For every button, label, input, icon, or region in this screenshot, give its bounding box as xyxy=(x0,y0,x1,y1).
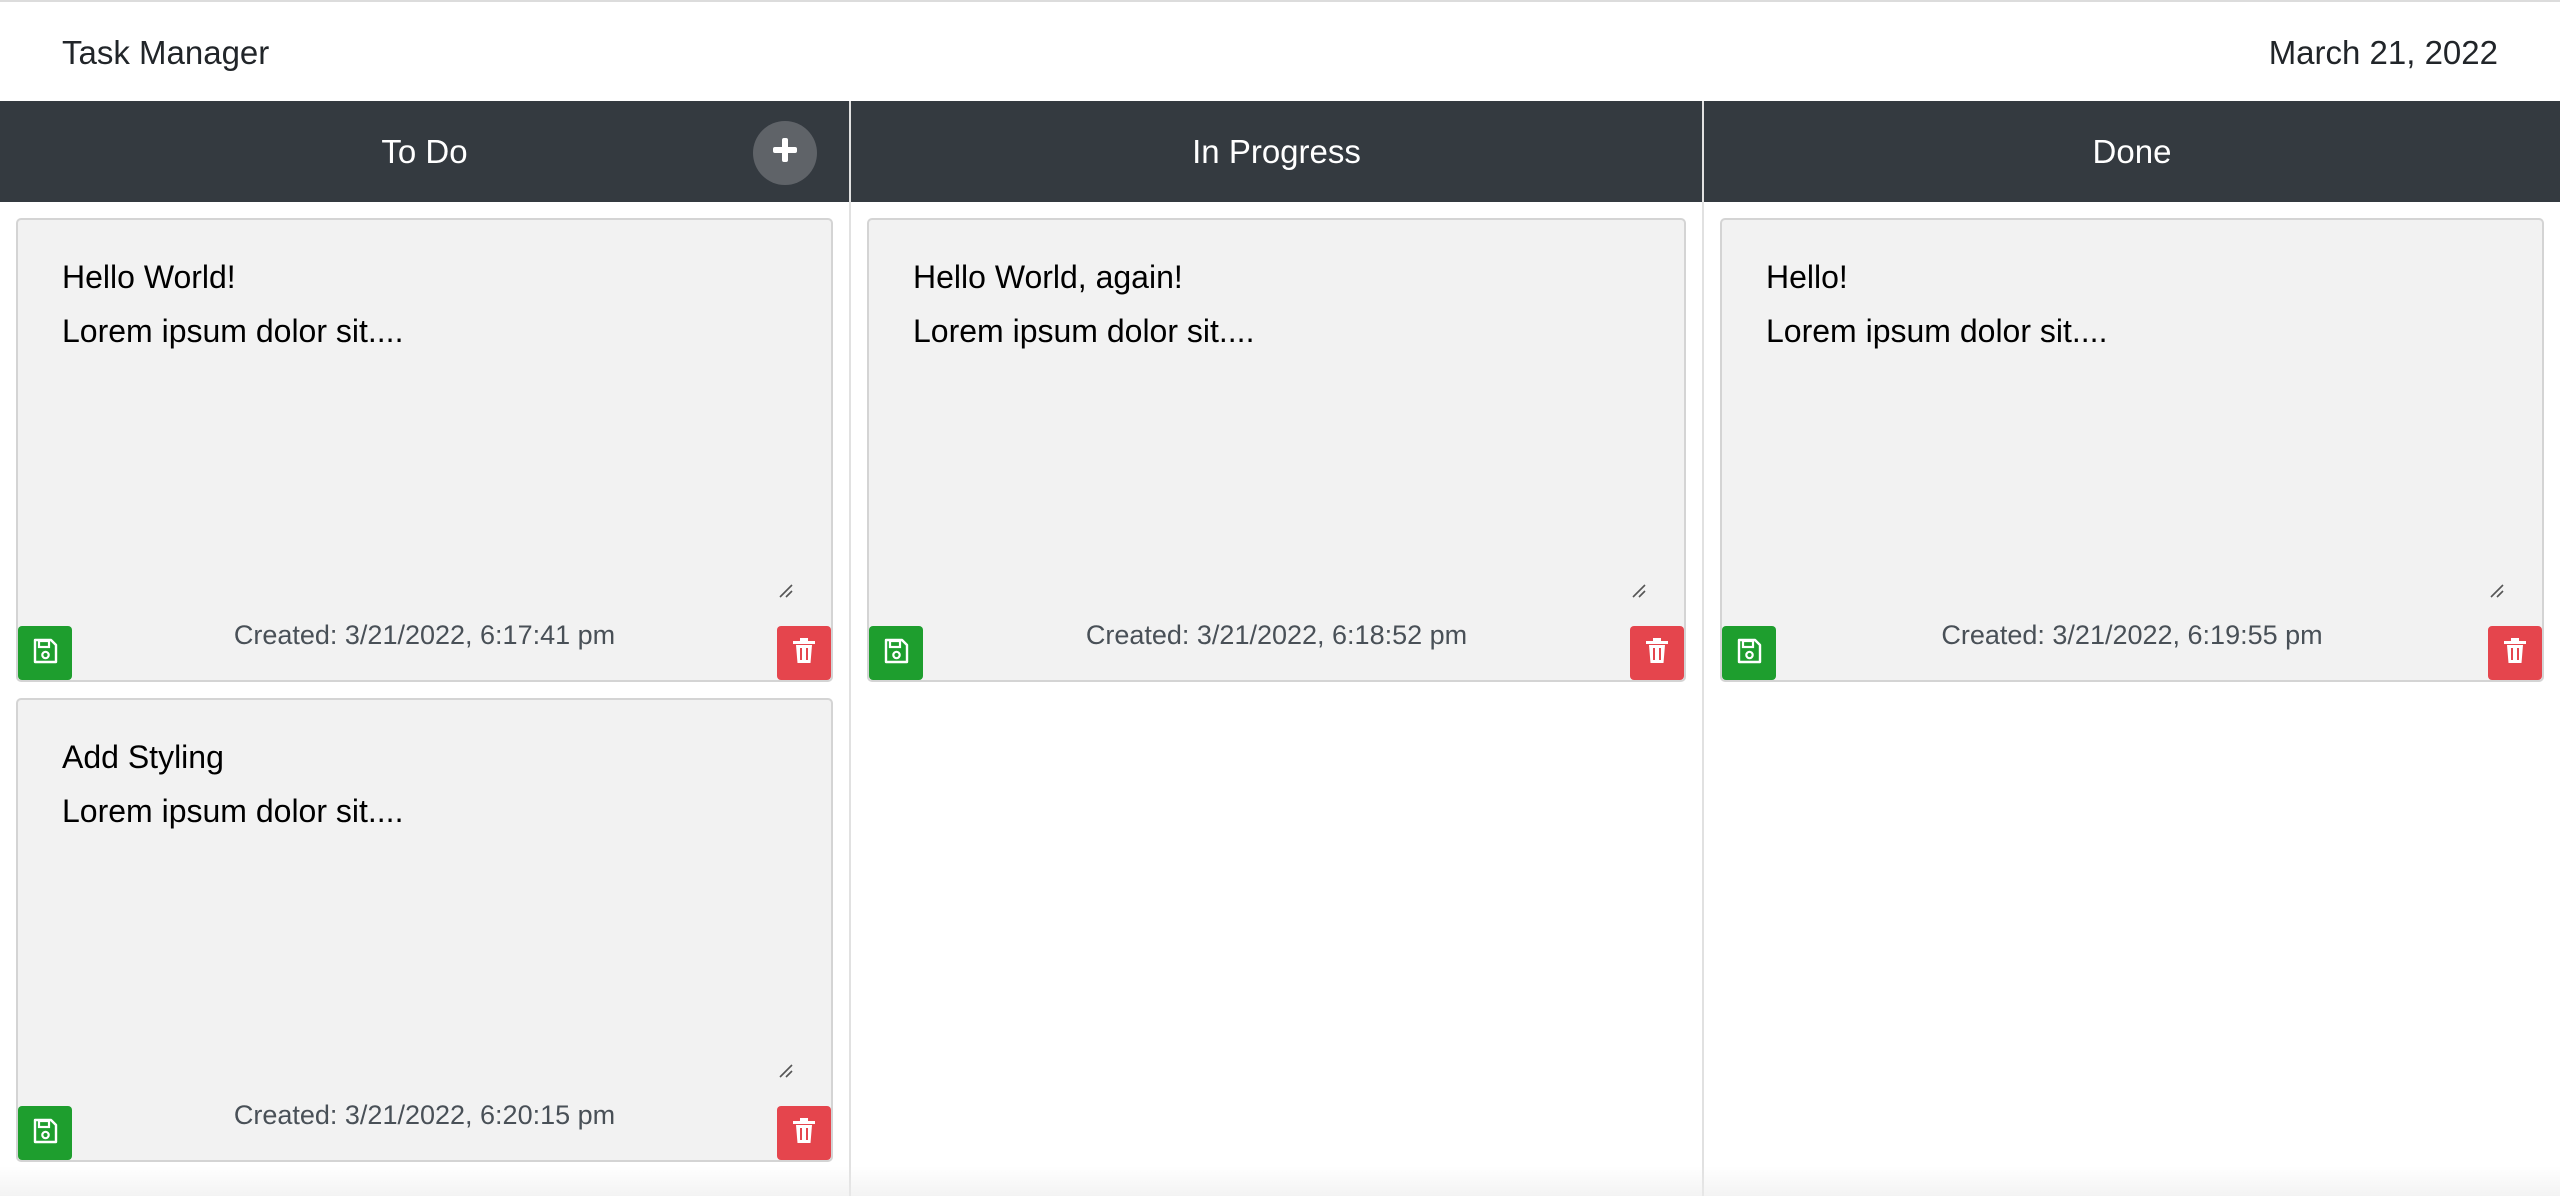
column-done: Done Hello! Lorem ipsum dolor sit.... Cr… xyxy=(1704,101,2560,1196)
delete-button[interactable] xyxy=(777,1106,831,1160)
resize-handle-icon[interactable] xyxy=(1628,580,1646,598)
column-title: In Progress xyxy=(1192,132,1361,170)
task-textarea[interactable]: Hello World, again! Lorem ipsum dolor si… xyxy=(913,250,1644,358)
task-textarea[interactable]: Hello! Lorem ipsum dolor sit.... xyxy=(1766,250,2502,358)
column-in-progress: In Progress Hello World, again! Lorem ip… xyxy=(851,101,1704,1196)
floppy-disk-icon xyxy=(31,637,59,670)
column-title: Done xyxy=(2092,132,2172,170)
column-title: To Do xyxy=(381,132,468,170)
trash-icon xyxy=(2502,637,2528,670)
floppy-disk-icon xyxy=(882,637,910,670)
app-title: Task Manager xyxy=(62,34,270,71)
created-timestamp: Created: 3/21/2022, 6:20:15 pm xyxy=(233,1100,616,1130)
created-timestamp: Created: 3/21/2022, 6:17:41 pm xyxy=(233,620,616,650)
created-timestamp: Created: 3/21/2022, 6:19:55 pm xyxy=(1941,620,2323,650)
save-button[interactable] xyxy=(18,626,72,680)
save-button[interactable] xyxy=(18,1106,72,1160)
resize-handle-icon[interactable] xyxy=(2486,580,2504,598)
floppy-disk-icon xyxy=(1735,637,1763,670)
column-header-in-progress: In Progress xyxy=(851,101,1702,202)
task-card: Hello World! Lorem ipsum dolor sit.... C… xyxy=(16,218,833,682)
column-header-done: Done xyxy=(1704,101,2560,202)
resize-handle-icon[interactable] xyxy=(775,580,793,598)
trash-icon xyxy=(791,637,817,670)
task-body: Lorem ipsum dolor sit.... xyxy=(62,313,404,349)
delete-button[interactable] xyxy=(2488,626,2542,680)
trash-icon xyxy=(1644,637,1670,670)
top-bar: Task Manager March 21, 2022 xyxy=(0,0,2560,101)
board: To Do Hello World! Lorem ipsum dolor sit… xyxy=(0,101,2560,1196)
save-button[interactable] xyxy=(1722,626,1776,680)
column-header-todo: To Do xyxy=(0,101,849,202)
trash-icon xyxy=(791,1117,817,1150)
task-title: Hello! xyxy=(1766,259,1848,295)
current-date: March 21, 2022 xyxy=(2268,34,2498,71)
save-button[interactable] xyxy=(869,626,923,680)
task-title: Add Styling xyxy=(62,739,224,775)
task-textarea[interactable]: Add Styling Lorem ipsum dolor sit.... xyxy=(62,730,791,838)
task-card: Hello World, again! Lorem ipsum dolor si… xyxy=(867,218,1686,682)
column-todo: To Do Hello World! Lorem ipsum dolor sit… xyxy=(0,101,851,1196)
task-body: Lorem ipsum dolor sit.... xyxy=(1766,313,2108,349)
add-task-button[interactable] xyxy=(753,121,817,185)
task-body: Lorem ipsum dolor sit.... xyxy=(62,793,404,829)
task-title: Hello World! xyxy=(62,259,236,295)
task-body: Lorem ipsum dolor sit.... xyxy=(913,313,1255,349)
floppy-disk-icon xyxy=(31,1117,59,1150)
task-card: Add Styling Lorem ipsum dolor sit.... Cr… xyxy=(16,698,833,1162)
task-card: Hello! Lorem ipsum dolor sit.... Created… xyxy=(1720,218,2544,682)
created-timestamp: Created: 3/21/2022, 6:18:52 pm xyxy=(1085,620,1468,650)
delete-button[interactable] xyxy=(1630,626,1684,680)
task-textarea[interactable]: Hello World! Lorem ipsum dolor sit.... xyxy=(62,250,791,358)
task-title: Hello World, again! xyxy=(913,259,1183,295)
delete-button[interactable] xyxy=(777,626,831,680)
resize-handle-icon[interactable] xyxy=(775,1060,793,1078)
plus-icon xyxy=(771,134,799,172)
